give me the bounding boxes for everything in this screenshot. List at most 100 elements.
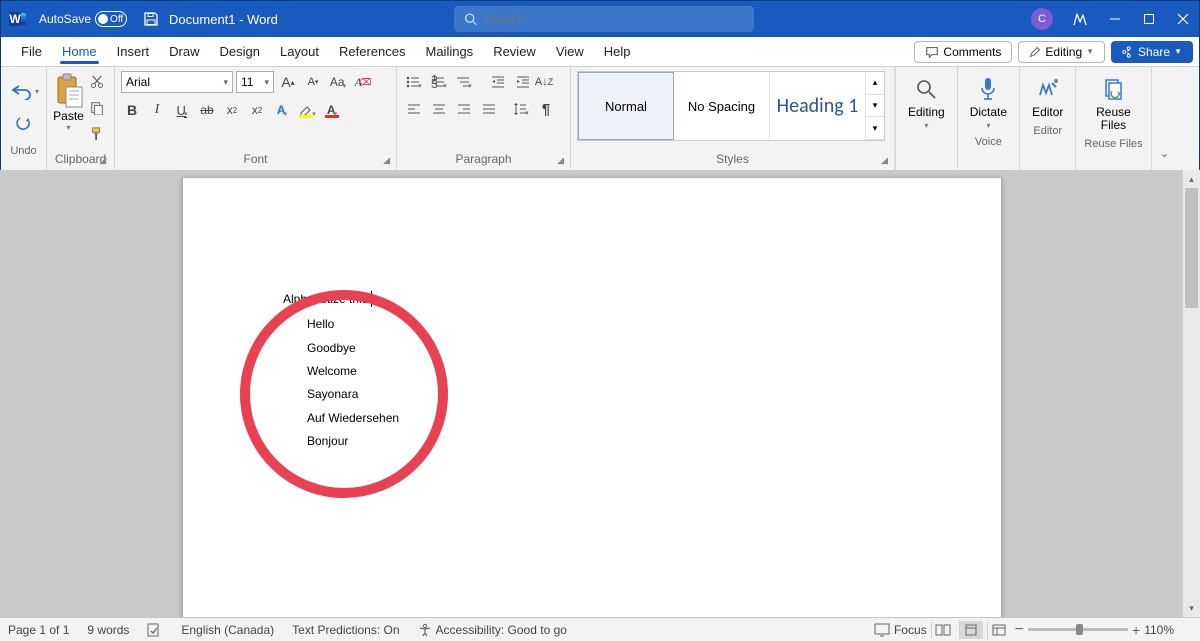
styles-scroll-down[interactable]: ▾: [866, 95, 884, 118]
doc-line: Bonjour: [283, 430, 1001, 453]
doc-line: Goodbye: [283, 337, 1001, 360]
clipboard-dialog-launcher[interactable]: ◢: [99, 155, 106, 166]
text-predictions[interactable]: Text Predictions: On: [292, 623, 399, 637]
editor-button[interactable]: Editor: [1028, 71, 1067, 123]
font-size-combo[interactable]: 11▾: [236, 71, 274, 93]
scroll-thumb[interactable]: [1185, 188, 1198, 308]
increase-indent-button[interactable]: [512, 71, 534, 93]
reuse-files-button[interactable]: Reuse Files: [1092, 71, 1135, 136]
strikethrough-button[interactable]: ab: [196, 99, 218, 121]
zoom-slider[interactable]: [1028, 628, 1128, 631]
tab-file[interactable]: File: [11, 37, 52, 67]
style-normal[interactable]: Normal: [578, 72, 674, 140]
collapse-ribbon-button[interactable]: ⌄: [1152, 67, 1178, 170]
dictate-button[interactable]: Dictate ▾: [966, 71, 1011, 134]
decrease-indent-button[interactable]: [487, 71, 509, 93]
align-right-button[interactable]: [453, 98, 475, 120]
svg-text:3: 3: [431, 77, 438, 89]
search-input[interactable]: [484, 12, 745, 27]
svg-text:W: W: [9, 12, 21, 26]
format-painter-button[interactable]: [86, 123, 108, 145]
tab-view[interactable]: View: [546, 37, 594, 67]
word-count[interactable]: 9 words: [87, 623, 129, 637]
share-button[interactable]: Share ▼: [1111, 41, 1193, 63]
sort-button[interactable]: A↓Z: [533, 71, 555, 93]
scroll-up-button[interactable]: ▴: [1183, 170, 1200, 188]
display-settings-button[interactable]: [874, 623, 890, 637]
style-no-spacing[interactable]: No Spacing: [674, 72, 770, 140]
style-heading-1[interactable]: Heading 1: [770, 72, 866, 140]
numbering-button[interactable]: 123▾: [428, 71, 450, 93]
line-spacing-button[interactable]: ▾: [510, 98, 532, 120]
cut-button[interactable]: [86, 71, 108, 93]
undo-button[interactable]: ▾: [7, 77, 41, 105]
tab-draw[interactable]: Draw: [159, 37, 209, 67]
paste-button[interactable]: Paste ▾: [53, 71, 84, 132]
accessibility-status[interactable]: Accessibility: Good to go: [418, 623, 567, 637]
zoom-out-button[interactable]: −: [1015, 621, 1024, 639]
user-avatar[interactable]: C: [1031, 8, 1053, 30]
tab-insert[interactable]: Insert: [107, 37, 160, 67]
show-hide-button[interactable]: ¶: [535, 98, 557, 120]
subscript-button[interactable]: x2: [221, 99, 243, 121]
font-dialog-launcher[interactable]: ◢: [383, 155, 390, 166]
document-page[interactable]: Alphabetize this: HelloGoodbyeWelcomeSay…: [182, 178, 1002, 617]
close-button[interactable]: [1175, 11, 1191, 27]
language-indicator[interactable]: English (Canada): [181, 623, 274, 637]
tab-design[interactable]: Design: [210, 37, 270, 67]
styles-gallery[interactable]: Normal No Spacing Heading 1 ▴ ▾ ▾: [577, 71, 885, 141]
styles-dialog-launcher[interactable]: ◢: [881, 155, 888, 166]
bold-button[interactable]: B: [121, 99, 143, 121]
editing-mode-button[interactable]: Editing ▼: [1018, 41, 1105, 63]
font-name-combo[interactable]: Arial▾: [121, 71, 233, 93]
styles-expand[interactable]: ▾: [866, 117, 884, 140]
spellcheck-status[interactable]: [147, 623, 163, 637]
justify-button[interactable]: [478, 98, 500, 120]
autosave-toggle[interactable]: Off: [95, 11, 127, 27]
align-left-button[interactable]: [403, 98, 425, 120]
redo-button[interactable]: [7, 109, 41, 137]
zoom-level[interactable]: 110%: [1144, 623, 1174, 637]
title-bar: W AutoSave Off Document1 - Word C: [1, 1, 1199, 37]
text-effects-button[interactable]: A▾: [271, 99, 293, 121]
comments-button[interactable]: Comments: [914, 41, 1012, 63]
styles-scroll-up[interactable]: ▴: [866, 72, 884, 95]
paragraph-dialog-launcher[interactable]: ◢: [557, 155, 564, 166]
shrink-font-button[interactable]: A▾: [302, 71, 324, 93]
highlight-button[interactable]: ▾: [296, 99, 318, 121]
superscript-button[interactable]: x2: [246, 99, 268, 121]
bullets-button[interactable]: ▾: [403, 71, 425, 93]
maximize-button[interactable]: [1141, 11, 1157, 27]
read-mode-button[interactable]: [931, 621, 955, 639]
web-layout-button[interactable]: [987, 621, 1011, 639]
save-icon[interactable]: [143, 11, 159, 27]
copy-button[interactable]: [86, 97, 108, 119]
editing-button[interactable]: Editing ▾: [904, 71, 949, 134]
scroll-down-button[interactable]: ▾: [1183, 599, 1200, 617]
focus-mode-button[interactable]: Focus: [894, 623, 927, 637]
italic-button[interactable]: I: [146, 99, 168, 121]
zoom-in-button[interactable]: +: [1132, 622, 1140, 638]
vertical-scrollbar[interactable]: ▴ ▾: [1182, 170, 1200, 617]
page-indicator[interactable]: Page 1 of 1: [8, 623, 69, 637]
minimize-button[interactable]: [1107, 11, 1123, 27]
clear-formatting-button[interactable]: A⌫: [352, 71, 374, 93]
underline-button[interactable]: U▾: [171, 99, 193, 121]
tab-layout[interactable]: Layout: [270, 37, 329, 67]
reuse-files-icon: [1101, 75, 1125, 103]
tab-mailings[interactable]: Mailings: [416, 37, 484, 67]
print-layout-button[interactable]: [959, 621, 983, 639]
voice-group-label: Voice: [975, 134, 1002, 150]
font-color-button[interactable]: A▾: [321, 99, 343, 121]
tab-references[interactable]: References: [329, 37, 415, 67]
tab-review[interactable]: Review: [483, 37, 546, 67]
tab-home[interactable]: Home: [52, 37, 107, 67]
document-content[interactable]: Alphabetize this: HelloGoodbyeWelcomeSay…: [183, 178, 1001, 454]
search-box[interactable]: [454, 6, 754, 32]
coming-soon-icon[interactable]: [1071, 10, 1089, 28]
grow-font-button[interactable]: A▴: [277, 71, 299, 93]
tab-help[interactable]: Help: [594, 37, 641, 67]
change-case-button[interactable]: Aa▾: [327, 71, 349, 93]
multilevel-list-button[interactable]: ▾: [453, 71, 475, 93]
align-center-button[interactable]: [428, 98, 450, 120]
